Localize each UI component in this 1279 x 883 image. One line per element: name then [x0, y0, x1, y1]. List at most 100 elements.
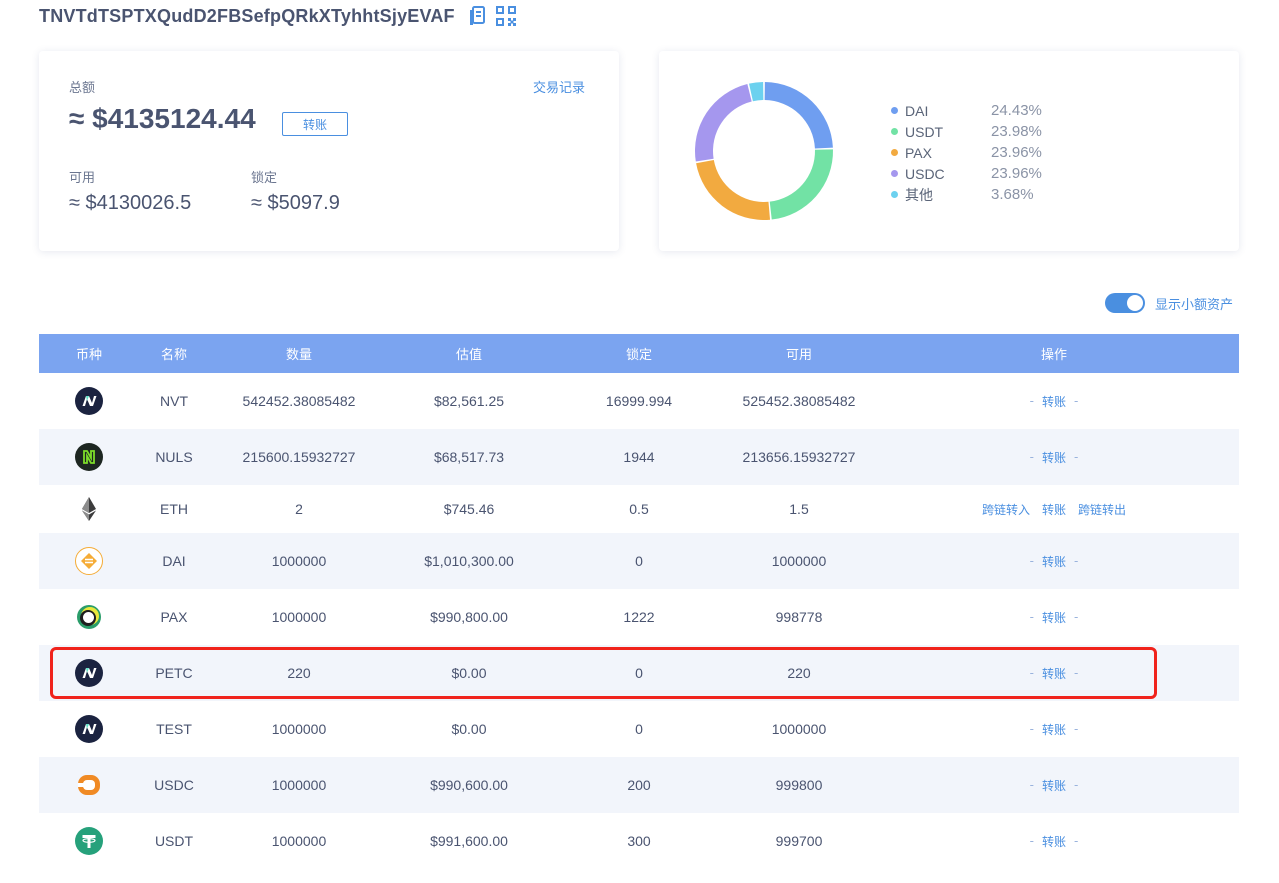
- legend-item: DAI 24.43%: [891, 100, 1042, 121]
- column-header: 币种: [75, 348, 102, 363]
- coin-logo-cell: [39, 495, 139, 523]
- transfer-link[interactable]: 转账: [1042, 665, 1066, 682]
- transfer-link[interactable]: 转账: [1042, 553, 1066, 570]
- column-header: 操作: [1040, 348, 1067, 363]
- locked-cell: 0.5: [629, 501, 649, 517]
- transfer-link[interactable]: 转账: [1042, 777, 1066, 794]
- toggle-label: 显示小额资产: [1155, 297, 1234, 313]
- asset-donut-chart: [695, 82, 833, 221]
- op-placeholder: -: [1029, 450, 1034, 464]
- legend-item: USDT 23.98%: [891, 121, 1042, 142]
- locked-cell: 1944: [623, 449, 655, 465]
- available-cell: 213656.15932727: [742, 449, 856, 465]
- toggle-switch[interactable]: [1105, 293, 1145, 313]
- transaction-history-link[interactable]: 交易记录: [533, 77, 585, 96]
- pax-logo-icon: [77, 605, 101, 629]
- op-placeholder: -: [1074, 834, 1079, 848]
- copy-icon[interactable]: [467, 5, 489, 27]
- table-row: TEST 1000000 $0.00 0 1000000 - 转账 -: [39, 701, 1239, 757]
- eth-logo-icon: [82, 497, 96, 521]
- coin-name: DAI: [162, 553, 186, 569]
- amount-cell: 1000000: [271, 553, 327, 569]
- header: TNVTdTSPTXQudD2FBSefpQRkXTyhhtSjyEVAF: [39, 4, 517, 28]
- value-cell: $990,600.00: [430, 777, 508, 793]
- transfer-link[interactable]: 转账: [1042, 833, 1066, 850]
- total-label: 总额: [69, 81, 96, 96]
- table-row: PETC 220 $0.00 0 220 - 转账 -: [39, 645, 1239, 701]
- op-placeholder: -: [1029, 834, 1034, 848]
- cross-chain-in-link[interactable]: 跨链转入: [982, 501, 1030, 518]
- table-row: NVT 542452.38085482 $82,561.25 16999.994 525…: [39, 373, 1239, 429]
- donut-slice-pax: [696, 160, 771, 221]
- op-placeholder: -: [1074, 778, 1079, 792]
- available-cell: 999800: [775, 777, 823, 793]
- locked-cell: 16999.994: [605, 393, 673, 409]
- legend-percent: 24.43%: [991, 102, 1042, 119]
- amount-cell: 2: [295, 501, 303, 517]
- operations-cell: 跨链转入 转账 跨链转出: [869, 501, 1239, 518]
- coin-logo-cell: [39, 547, 139, 575]
- legend-percent: 23.96%: [991, 165, 1042, 182]
- coin-logo-cell: [39, 659, 139, 687]
- cross-chain-out-link[interactable]: 跨链转出: [1078, 501, 1126, 518]
- op-placeholder: -: [1029, 554, 1034, 568]
- amount-cell: 1000000: [271, 833, 327, 849]
- transfer-link[interactable]: 转账: [1042, 721, 1066, 738]
- transfer-link[interactable]: 转账: [1042, 501, 1066, 518]
- available-cell: 1.5: [789, 501, 809, 517]
- table-row: USDT 1000000 $991,600.00 300 999700 - 转账 -: [39, 813, 1239, 869]
- legend-name: USDT: [905, 123, 944, 140]
- chart-legend: DAI 24.43% USDT 23.98% PAX 23.96% USDC 23.96% 其他…: [891, 100, 1042, 205]
- operations-cell: - 转账 -: [869, 553, 1239, 570]
- amount-cell: 1000000: [271, 721, 327, 737]
- table-row: PAX 1000000 $990,800.00 1222 998778 - 转账 -: [39, 589, 1239, 645]
- transfer-button[interactable]: 转账: [282, 112, 348, 136]
- asset-distribution-card: DAI 24.43% USDT 23.98% PAX 23.96% USDC 23.96% 其他…: [659, 51, 1239, 251]
- coin-logo-cell: [39, 443, 139, 471]
- locked-cell: 0: [635, 721, 643, 737]
- legend-item: 其他 3.68%: [891, 184, 1042, 205]
- coin-name: NULS: [155, 449, 193, 465]
- column-header: 可用: [785, 348, 812, 363]
- table-body: NVT 542452.38085482 $82,561.25 16999.994 525…: [39, 373, 1239, 869]
- legend-percent: 23.96%: [991, 144, 1042, 161]
- value-cell: $68,517.73: [433, 449, 505, 465]
- donut-slice-其他: [749, 82, 764, 102]
- table-row: USDC 1000000 $990,600.00 200 999800 - 转账 -: [39, 757, 1239, 813]
- locked-cell: 0: [635, 665, 643, 681]
- transfer-link[interactable]: 转账: [1042, 609, 1066, 626]
- legend-name: PAX: [905, 144, 932, 161]
- coin-logo-cell: [39, 715, 139, 743]
- op-placeholder: -: [1074, 450, 1079, 464]
- donut-slice-usdc: [695, 84, 752, 162]
- operations-cell: - 转账 -: [869, 393, 1239, 410]
- op-placeholder: -: [1029, 666, 1034, 680]
- legend-name: 其他: [905, 186, 933, 203]
- operations-cell: - 转账 -: [869, 449, 1239, 466]
- available-cell: 999700: [775, 833, 823, 849]
- coin-logo-cell: [39, 827, 139, 855]
- qr-code-icon[interactable]: [495, 5, 517, 27]
- op-placeholder: -: [1029, 722, 1034, 736]
- total-assets-card: 总额 交易记录 ≈ $4135124.44 转账 可用 ≈ $4130026.5…: [39, 51, 619, 251]
- available-cell: 998778: [775, 609, 823, 625]
- locked-cell: 200: [627, 777, 651, 793]
- op-placeholder: -: [1074, 666, 1079, 680]
- nuls-logo-icon: [75, 443, 103, 471]
- op-placeholder: -: [1029, 394, 1034, 408]
- available-cell: 220: [787, 665, 811, 681]
- value-cell: $745.46: [443, 501, 495, 517]
- value-cell: $990,800.00: [430, 609, 508, 625]
- coin-name: NVT: [160, 393, 188, 409]
- transfer-link[interactable]: 转账: [1042, 449, 1066, 466]
- amount-cell: 1000000: [271, 777, 327, 793]
- show-small-assets-toggle[interactable]: 显示小额资产: [1105, 293, 1233, 313]
- operations-cell: - 转账 -: [869, 609, 1239, 626]
- coin-name: ETH: [160, 501, 188, 517]
- available-cell: 1000000: [771, 553, 827, 569]
- table-row: DAI 1000000 $1,010,300.00 0 1000000 - 转账 -: [39, 533, 1239, 589]
- operations-cell: - 转账 -: [869, 721, 1239, 738]
- legend-item: USDC 23.96%: [891, 163, 1042, 184]
- transfer-link[interactable]: 转账: [1042, 393, 1066, 410]
- amount-cell: 1000000: [271, 609, 327, 625]
